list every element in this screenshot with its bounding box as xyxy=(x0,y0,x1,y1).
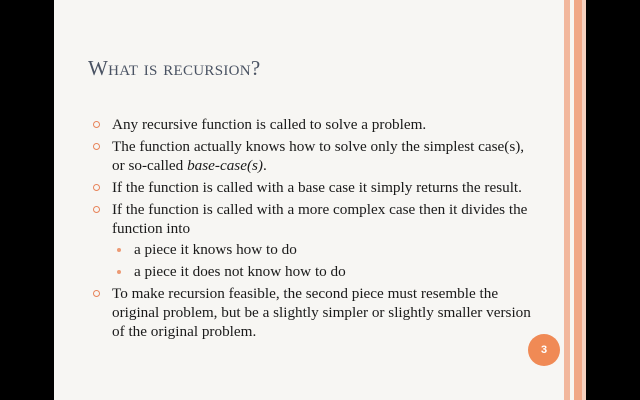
bullet-item: If the function is called with a more co… xyxy=(92,200,532,281)
decorative-stripe xyxy=(582,0,586,400)
ring-bullet-icon xyxy=(93,184,100,191)
bullet-emphasis: base-case(s) xyxy=(187,157,263,174)
bullet-text: Any recursive function is called to solv… xyxy=(112,116,427,133)
bullet-item: To make recursion feasible, the second p… xyxy=(92,284,532,341)
bullet-item: If the function is called with a base ca… xyxy=(92,178,532,197)
bullet-text: To make recursion feasible, the second p… xyxy=(112,285,531,340)
sub-bullet-list: a piece it knows how to do a piece it do… xyxy=(112,240,532,281)
bullet-item: Any recursive function is called to solv… xyxy=(92,115,532,134)
sub-bullet-text: a piece it knows how to do xyxy=(134,241,297,258)
ring-bullet-icon xyxy=(93,206,100,213)
bullet-text: If the function is called with a base ca… xyxy=(112,179,522,196)
slide-title: What is recursion? xyxy=(88,56,261,80)
bullet-list: Any recursive function is called to solv… xyxy=(92,115,532,344)
dot-bullet-icon xyxy=(117,248,121,252)
bullet-text: If the function is called with a more co… xyxy=(112,201,528,237)
bullet-text-tail: . xyxy=(262,157,267,174)
bullet-text: The function actually knows how to solve… xyxy=(112,138,525,174)
ring-bullet-icon xyxy=(93,143,100,150)
sub-bullet-text: a piece it does not know how to do xyxy=(134,263,346,280)
ring-bullet-icon xyxy=(93,290,100,297)
dot-bullet-icon xyxy=(117,270,121,274)
decorative-stripe xyxy=(574,0,582,400)
slide: What is recursion? Any recursive functio… xyxy=(54,0,586,400)
sub-bullet-item: a piece it knows how to do xyxy=(112,240,532,259)
sub-bullet-item: a piece it does not know how to do xyxy=(112,262,532,281)
ring-bullet-icon xyxy=(93,121,100,128)
slide-number-badge: 3 xyxy=(528,334,560,366)
bullet-item: The function actually knows how to solve… xyxy=(92,137,532,175)
